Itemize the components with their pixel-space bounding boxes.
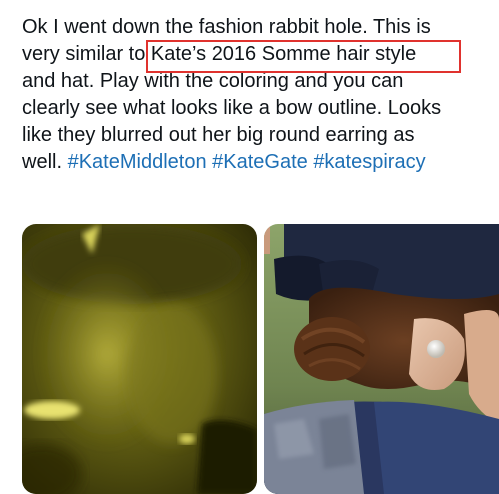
tweet-media-image-left[interactable] xyxy=(22,224,257,494)
tweet-text-line: like they blurred out her big round earr… xyxy=(22,124,415,146)
tweet-text-line: and hat. Play with the coloring and you … xyxy=(22,70,404,92)
tweet-media-image-right[interactable] xyxy=(264,224,499,494)
hashtag-link-katemiddleton[interactable]: #KateMiddleton xyxy=(68,151,207,173)
hashtag-link-kategate[interactable]: #KateGate xyxy=(212,151,308,173)
tweet-card: Ok I went down the fashion rabbit hole. … xyxy=(0,0,499,494)
tweet-text-last-line: well. #KateMiddleton #KateGate #katespir… xyxy=(22,149,494,176)
tweet-text: Ok I went down the fashion rabbit hole. … xyxy=(22,14,494,176)
tweet-text-line: very similar to Kate’s 2016 Somme hair s… xyxy=(22,43,417,65)
tweet-text-line: clearly see what looks like a bow outlin… xyxy=(22,97,442,119)
somme-photo-graphic xyxy=(264,224,499,494)
tweet-text-line-prefix: well. xyxy=(22,151,63,173)
tweet-text-line: Ok I went down the fashion rabbit hole. … xyxy=(22,16,431,38)
edited-photo-graphic xyxy=(22,224,257,494)
hashtag-link-katespiracy[interactable]: #katespiracy xyxy=(313,151,425,173)
